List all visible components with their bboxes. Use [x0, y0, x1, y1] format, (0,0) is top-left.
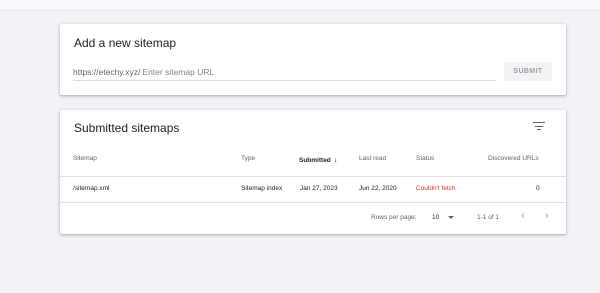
column-header-last-read[interactable]: Last read — [359, 155, 386, 162]
column-header-discovered-urls[interactable]: Discovered URLs — [488, 155, 539, 162]
submit-button[interactable]: SUBMIT — [504, 62, 552, 81]
top-bar — [0, 0, 600, 11]
row-discovered-urls: 0 — [536, 185, 540, 192]
add-sitemap-title: Add a new sitemap — [74, 36, 177, 50]
row-sitemap[interactable]: /sitemap.xml — [73, 185, 109, 192]
row-type: Sitemap index — [241, 185, 283, 192]
filter-icon[interactable] — [533, 121, 545, 131]
row-last-read: Jun 22, 2020 — [359, 185, 397, 192]
rows-per-page-label: Rows per page: — [371, 214, 417, 221]
pagination-range: 1-1 of 1 — [477, 214, 500, 221]
column-header-submitted-label: Submitted — [299, 157, 331, 164]
chevron-right-icon[interactable]: › — [545, 210, 549, 222]
header-divider — [60, 176, 566, 177]
row-divider — [60, 202, 566, 203]
column-header-sitemap[interactable]: Sitemap — [73, 155, 97, 162]
input-underline — [73, 80, 496, 81]
rows-per-page-select[interactable]: 10 — [432, 214, 439, 221]
submitted-sitemaps-card: Submitted sitemaps Sitemap Type Submitte… — [60, 110, 566, 234]
add-sitemap-card: Add a new sitemap https://etechy.xyz/ SU… — [60, 24, 566, 95]
row-status: Couldn't fetch — [416, 185, 456, 192]
column-header-submitted[interactable]: Submitted ↓ — [299, 155, 338, 164]
chevron-left-icon[interactable]: ‹ — [521, 210, 525, 222]
sitemap-url-input[interactable] — [142, 67, 443, 77]
arrow-down-icon: ↓ — [333, 155, 338, 164]
column-header-type[interactable]: Type — [241, 155, 255, 162]
row-submitted: Jan 27, 2023 — [300, 185, 338, 192]
submitted-sitemaps-title: Submitted sitemaps — [74, 121, 180, 135]
column-header-status[interactable]: Status — [416, 155, 434, 162]
url-prefix: https://etechy.xyz/ — [73, 67, 141, 77]
sitemap-url-row: https://etechy.xyz/ — [73, 67, 443, 77]
dropdown-arrow-icon[interactable] — [448, 216, 454, 219]
